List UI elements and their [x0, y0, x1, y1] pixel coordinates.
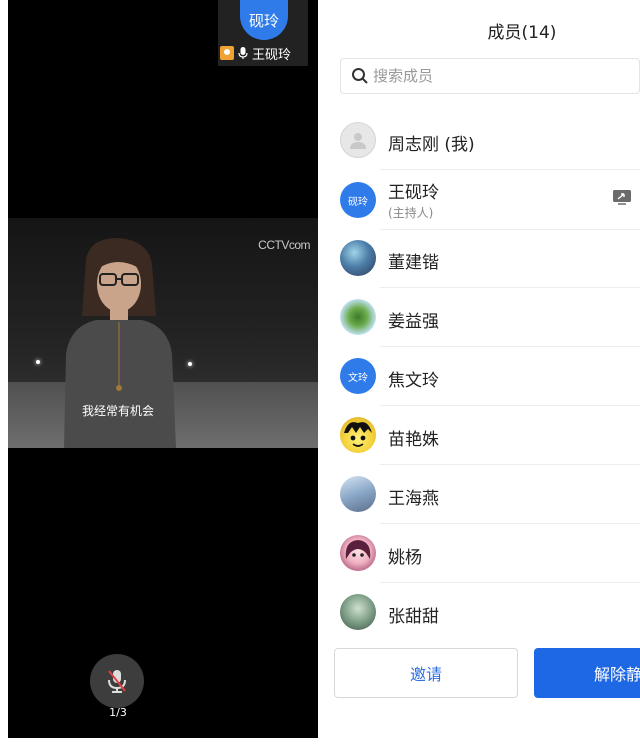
divider	[380, 582, 640, 583]
bottom-action-bar: 邀请 解除静音	[318, 636, 640, 744]
search-box[interactable]	[340, 58, 640, 94]
member-row[interactable]: 砚玲 王砚玲 (主持人)	[318, 170, 640, 230]
host-badge-icon	[220, 46, 234, 60]
member-name: 王海燕	[388, 489, 439, 509]
divider	[380, 287, 640, 288]
photo-avatar	[340, 417, 376, 453]
cartoon-girl-icon	[345, 540, 371, 559]
speaker-avatar: 砚玲	[240, 0, 288, 40]
member-name: 苗艳姝	[388, 430, 439, 450]
member-name: 王砚玲	[388, 183, 439, 203]
member-name: 周志刚 (我)	[388, 135, 475, 155]
member-name: 董建锴	[388, 253, 439, 273]
search-icon	[352, 68, 368, 84]
person-icon	[350, 133, 366, 149]
photo-avatar	[340, 240, 376, 276]
divider	[380, 464, 640, 465]
shared-video-frame: CCTVcom 我经常有机会	[8, 218, 318, 448]
photo-avatar	[340, 299, 376, 335]
member-row[interactable]: 姚杨	[318, 525, 640, 583]
stage-light	[36, 360, 40, 364]
mic-icon	[238, 47, 248, 59]
member-name: 焦文玲	[388, 371, 439, 391]
member-row[interactable]: 王海燕	[318, 466, 640, 524]
member-name: 姜益强	[388, 312, 439, 332]
divider	[380, 405, 640, 406]
member-panel: 成员(14) 周志刚 (我) 砚玲 王砚玲 (主持人)	[318, 0, 640, 744]
unmute-all-button[interactable]: 解除静音	[534, 648, 640, 698]
share-screen-icon[interactable]	[612, 188, 632, 206]
member-role: (主持人)	[388, 206, 434, 220]
photo-avatar	[340, 594, 376, 630]
page-indicator: 1/3	[109, 706, 127, 719]
member-name: 张甜甜	[388, 607, 439, 627]
cctv-logo: CCTVcom	[258, 238, 310, 252]
invite-button[interactable]: 邀请	[334, 648, 518, 698]
text-avatar: 砚玲	[340, 182, 376, 218]
stage-light	[188, 362, 192, 366]
search-input[interactable]	[373, 67, 613, 85]
text-avatar: 文玲	[340, 358, 376, 394]
default-avatar	[340, 122, 376, 158]
video-subtitle: 我经常有机会	[81, 404, 154, 418]
cartoon-face-icon	[344, 422, 372, 447]
divider	[380, 346, 640, 347]
active-speaker-tile[interactable]: 砚玲 王砚玲	[218, 0, 308, 66]
video-area[interactable]: 砚玲 王砚玲 CCTVcom 我经常有机会 1/3	[8, 0, 318, 738]
member-row[interactable]: 文玲 焦文玲	[318, 348, 640, 406]
speaker-label: 王砚玲	[218, 44, 308, 63]
divider	[380, 523, 640, 524]
member-row[interactable]: 张甜甜	[318, 584, 640, 642]
member-row[interactable]: 苗艳姝	[318, 407, 640, 465]
panel-title: 成员(14)	[487, 23, 557, 43]
member-row[interactable]: 姜益强	[318, 289, 640, 347]
member-name: 姚杨	[388, 548, 422, 568]
photo-avatar	[340, 476, 376, 512]
member-row[interactable]: 董建锴	[318, 230, 640, 288]
speaker-name: 王砚玲	[252, 47, 292, 63]
photo-avatar	[340, 535, 376, 571]
mic-muted-icon	[108, 670, 126, 693]
member-row[interactable]: 周志刚 (我)	[318, 112, 640, 170]
mute-toggle-button[interactable]	[90, 654, 144, 708]
